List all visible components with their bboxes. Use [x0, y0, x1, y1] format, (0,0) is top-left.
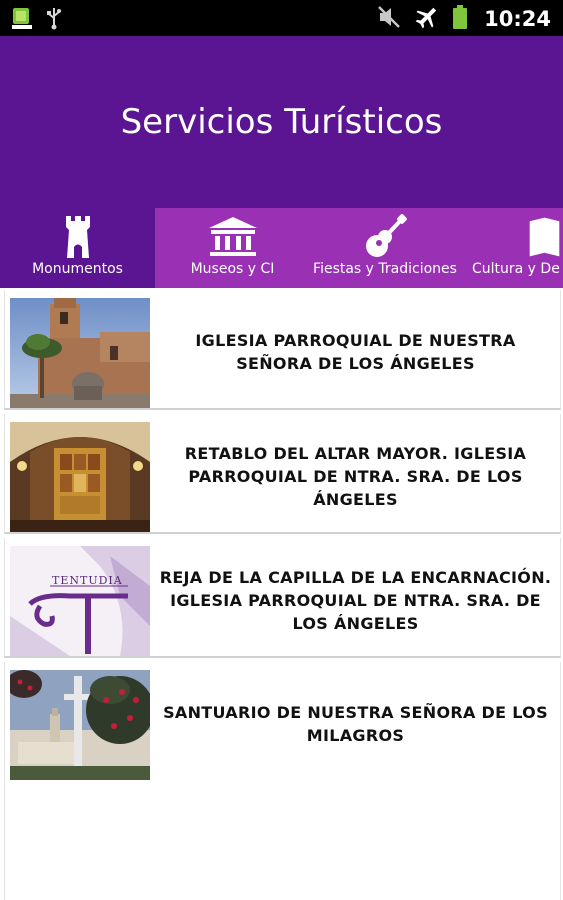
- list-item[interactable]: RETABLO DEL ALTAR MAYOR. IGLESIA PARROQU…: [4, 414, 561, 534]
- sanctuary-thumbnail: [10, 670, 150, 780]
- list-item[interactable]: SANTUARIO DE NUESTRA SEÑORA DE LOS MILAG…: [4, 662, 561, 782]
- tab-cultura[interactable]: Cultura y De: [462, 208, 563, 288]
- guitar-icon: [310, 214, 460, 258]
- tab-label: Fiestas y Tradiciones: [313, 261, 457, 277]
- tab-museos[interactable]: Museos y CI: [155, 208, 310, 288]
- logo-text: TENTUDIA: [52, 574, 123, 587]
- battery-icon: [452, 4, 468, 34]
- book-icon: [462, 214, 563, 258]
- tab-label: Museos y CI: [190, 261, 275, 277]
- tower-icon: [0, 214, 155, 258]
- list-item-title: SANTUARIO DE NUESTRA SEÑORA DE LOS MILAG…: [163, 703, 548, 745]
- list-item-title: IGLESIA PARROQUIAL DE NUESTRA SEÑORA DE …: [195, 331, 516, 373]
- tab-label: Cultura y De: [472, 261, 560, 277]
- mute-icon: [376, 4, 402, 34]
- status-bar: 10:24: [0, 0, 563, 36]
- tab-monumentos[interactable]: Monumentos: [0, 208, 155, 288]
- list-item-title: REJA DE LA CAPILLA DE LA ENCARNACIÓN. IG…: [159, 567, 552, 633]
- tab-label: Monumentos: [32, 261, 123, 277]
- airplane-mode-icon: [414, 4, 440, 34]
- page-title: Servicios Turísticos: [120, 102, 443, 142]
- church-exterior-thumbnail: [10, 298, 150, 408]
- empty-list-area: [4, 780, 561, 900]
- altar-thumbnail: [10, 422, 150, 532]
- tab-fiestas[interactable]: Fiestas y Tradiciones: [310, 208, 460, 288]
- app-notification-icon: [10, 6, 34, 34]
- tab-bar: Monumentos Museos y CI Fiestas y Tradici…: [0, 208, 563, 288]
- app-header: Servicios Turísticos: [0, 36, 563, 208]
- list-item-title: RETABLO DEL ALTAR MAYOR. IGLESIA PARROQU…: [184, 443, 527, 509]
- tentudia-logo-thumbnail: TENTUDIA: [10, 546, 150, 656]
- clock: 10:24: [484, 7, 551, 31]
- list-item[interactable]: IGLESIA PARROQUIAL DE NUESTRA SEÑORA DE …: [4, 290, 561, 410]
- museum-icon: [155, 214, 310, 258]
- usb-icon: [46, 6, 62, 34]
- list-item[interactable]: TENTUDIA REJA DE LA CAPILLA DE LA ENCARN…: [4, 538, 561, 658]
